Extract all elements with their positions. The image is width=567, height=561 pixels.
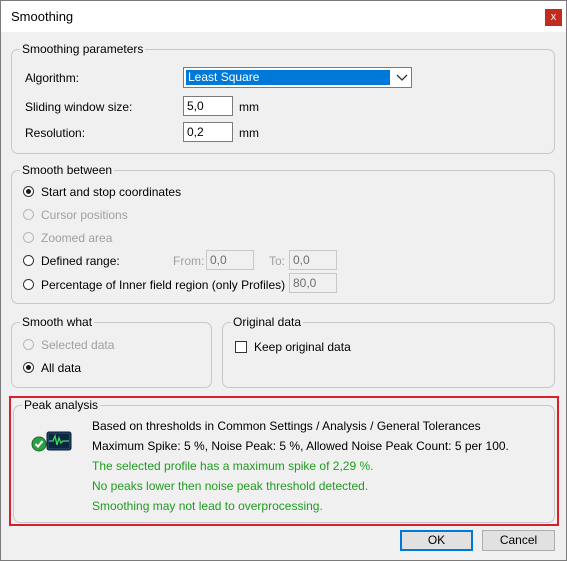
defined-range-label[interactable]: Defined range:: [41, 254, 120, 268]
signal-ok-icon: [31, 431, 72, 452]
window-size-unit: mm: [239, 100, 259, 114]
radio-selected-data: [23, 339, 34, 350]
peak-noise-result: No peaks lower then noise peak threshold…: [92, 479, 369, 493]
close-button[interactable]: x: [545, 9, 562, 26]
radio-defined-range[interactable]: [23, 255, 34, 266]
radio-zoomed-area: [23, 232, 34, 243]
window-size-input[interactable]: 5,0: [183, 96, 233, 116]
smooth-between-legend: Smooth between: [20, 163, 115, 177]
resolution-label: Resolution:: [25, 126, 86, 140]
radio-cursor-positions: [23, 209, 34, 220]
start-stop-label[interactable]: Start and stop coordinates: [41, 185, 181, 199]
window-size-label: Sliding window size:: [25, 100, 133, 114]
algorithm-select[interactable]: Least Square: [183, 67, 412, 88]
ok-button[interactable]: OK: [400, 530, 473, 551]
percentage-input: 80,0: [289, 273, 337, 293]
radio-start-stop[interactable]: [23, 186, 34, 197]
peak-analysis-legend: Peak analysis: [22, 398, 101, 412]
dialog-title: Smoothing: [11, 9, 74, 24]
smooth-what-legend: Smooth what: [20, 315, 95, 329]
from-label: From:: [173, 254, 205, 268]
all-data-label[interactable]: All data: [41, 361, 81, 375]
original-data-group: Original data: [222, 315, 555, 388]
keep-original-checkbox[interactable]: [235, 341, 247, 353]
cursor-positions-label: Cursor positions: [41, 208, 128, 222]
algorithm-selected-value: Least Square: [186, 70, 390, 85]
selected-data-label: Selected data: [41, 338, 115, 352]
peak-max-spike-result: The selected profile has a maximum spike…: [92, 459, 374, 473]
to-input: 0,0: [289, 250, 337, 270]
to-label: To:: [269, 254, 286, 268]
keep-original-label[interactable]: Keep original data: [254, 340, 351, 354]
resolution-unit: mm: [239, 126, 259, 140]
original-data-legend: Original data: [231, 315, 304, 329]
smooth-what-group: Smooth what: [11, 315, 212, 388]
zoomed-area-label: Zoomed area: [41, 231, 113, 245]
peak-threshold-values: Maximum Spike: 5 %, Noise Peak: 5 %, All…: [92, 439, 509, 453]
percentage-label[interactable]: Percentage of Inner field region (only P…: [41, 278, 285, 292]
from-input: 0,0: [206, 250, 254, 270]
smoothing-dialog: Smoothing x Smoothing parameters Algorit…: [0, 0, 567, 561]
chevron-down-icon[interactable]: [396, 70, 408, 84]
title-bar: Smoothing x: [1, 1, 566, 32]
cancel-button[interactable]: Cancel: [482, 530, 555, 551]
peak-threshold-source: Based on thresholds in Common Settings /…: [92, 419, 481, 433]
algorithm-label: Algorithm:: [25, 71, 80, 85]
radio-percentage[interactable]: [23, 279, 34, 290]
peak-overprocessing-result: Smoothing may not lead to overprocessing…: [92, 499, 323, 513]
resolution-input[interactable]: 0,2: [183, 122, 233, 142]
radio-all-data[interactable]: [23, 362, 34, 373]
close-icon: x: [550, 11, 557, 23]
smoothing-parameters-legend: Smoothing parameters: [20, 42, 146, 56]
